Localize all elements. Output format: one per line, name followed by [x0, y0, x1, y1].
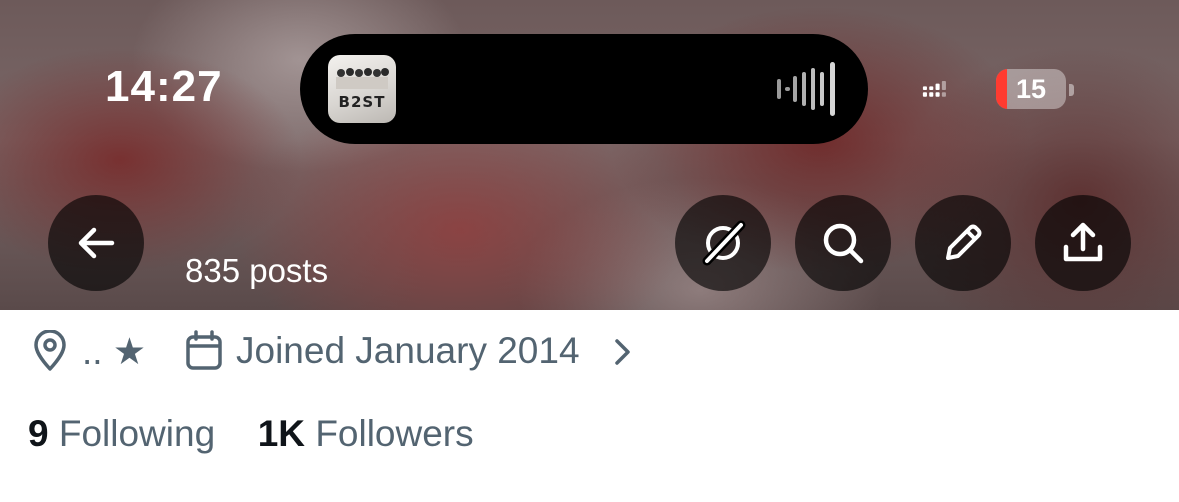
album-art[interactable]: B2ST: [328, 55, 396, 123]
audio-waveform-icon: [777, 62, 835, 116]
back-arrow-icon: [78, 227, 115, 259]
battery-indicator: 15: [996, 69, 1066, 109]
calendar-icon: [186, 330, 222, 370]
grok-button[interactable]: [675, 195, 771, 291]
album-art-text: B2ST: [338, 93, 386, 111]
album-faces-graphic: [336, 68, 389, 89]
followers-link[interactable]: 1K Followers: [258, 413, 474, 454]
posts-count: 835 posts: [185, 252, 329, 289]
share-icon: [1063, 222, 1103, 262]
following-count: 9: [28, 413, 49, 454]
following-label: Following: [58, 413, 216, 454]
search-button[interactable]: [795, 195, 891, 291]
search-icon: [823, 223, 864, 264]
battery-level-text: 15: [1015, 74, 1047, 104]
chevron-right-icon[interactable]: [610, 336, 634, 368]
followers-label: Followers: [315, 413, 474, 454]
cellular-signal-icon: [922, 80, 946, 97]
profile-screen: 14:27 B2ST 15 835 posts .. ★ Joined Janu…: [0, 0, 1179, 502]
edit-button[interactable]: [915, 195, 1011, 291]
profile-meta-row: .. ★ Joined January 2014: [0, 310, 1179, 400]
follow-stats: 9 Following 1K Followers: [28, 413, 474, 455]
followers-count: 1K: [257, 413, 306, 454]
grok-icon: [702, 220, 746, 266]
share-button[interactable]: [1035, 195, 1131, 291]
following-link[interactable]: 9 Following: [28, 413, 215, 454]
status-time: 14:27: [105, 62, 223, 111]
pencil-icon: [946, 224, 982, 260]
joined-date: Joined January 2014: [236, 330, 580, 371]
battery-nub: [1069, 84, 1074, 96]
location-pin-icon: [34, 330, 66, 371]
location-text: .. ★: [82, 331, 147, 372]
back-button[interactable]: [48, 195, 144, 291]
